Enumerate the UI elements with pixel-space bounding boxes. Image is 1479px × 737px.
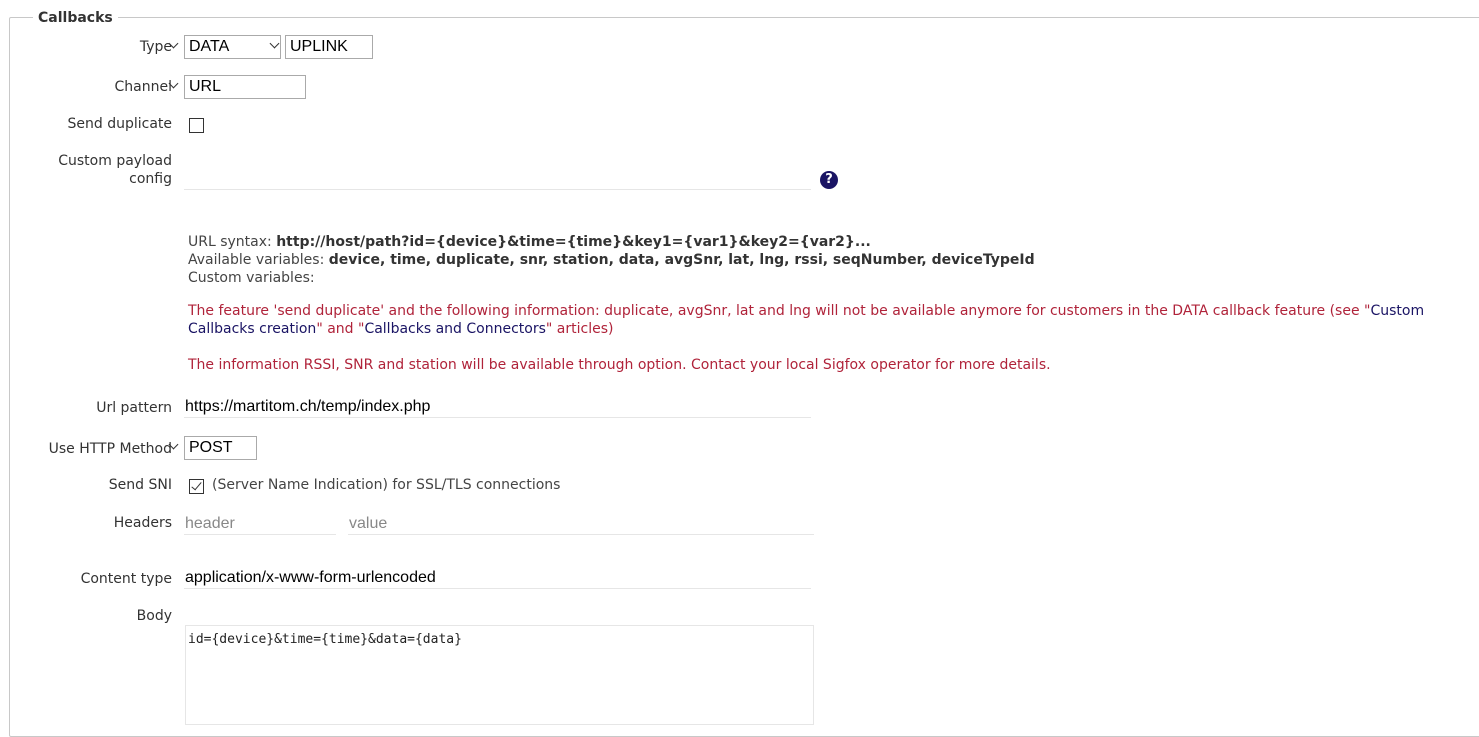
send-sni-description: (Server Name Indication) for SSL/TLS con… [212, 477, 561, 493]
url-syntax-value: http://host/path?id={device}&time={time}… [276, 234, 871, 250]
warning-send-duplicate: The feature 'send duplicate' and the fol… [188, 302, 1473, 338]
url-syntax-line: URL syntax: http://host/path?id={device}… [188, 233, 871, 251]
warning-text: " and " [316, 321, 365, 337]
http-method-select[interactable]: POST [184, 436, 257, 460]
direction-select[interactable]: UPLINK [285, 35, 373, 59]
send-duplicate-checkbox[interactable] [189, 118, 204, 133]
header-name-input[interactable] [184, 513, 336, 535]
available-variables-value: device, time, duplicate, snr, station, d… [328, 252, 1035, 268]
warning-text: The feature 'send duplicate' and the fol… [188, 303, 1371, 319]
custom-payload-label-line1: Custom payload [58, 153, 172, 169]
http-method-label: Use HTTP Method [48, 441, 172, 457]
channel-label: Channel [114, 79, 172, 95]
type-select[interactable]: DATA [184, 35, 281, 59]
content-type-input[interactable] [184, 567, 811, 589]
available-variables-label: Available variables: [188, 252, 325, 268]
available-variables-line: Available variables: device, time, dupli… [188, 251, 1035, 269]
custom-variables-label: Custom variables: [188, 270, 315, 286]
url-syntax-label: URL syntax: [188, 234, 272, 250]
section-title: Callbacks [33, 10, 118, 26]
send-sni-label: Send SNI [108, 477, 172, 493]
custom-payload-label-line2: config [129, 171, 172, 187]
send-duplicate-label: Send duplicate [67, 116, 172, 132]
header-value-input[interactable] [348, 513, 814, 535]
question-circle-icon[interactable]: ? [820, 171, 838, 189]
warning-text: " articles) [545, 321, 614, 337]
send-sni-checkbox[interactable] [189, 479, 204, 494]
url-pattern-input[interactable] [184, 396, 811, 418]
url-pattern-label: Url pattern [96, 400, 172, 416]
custom-payload-input[interactable] [184, 168, 811, 190]
body-label: Body [136, 608, 172, 624]
type-label: Type [139, 39, 172, 55]
link-callbacks-connectors[interactable]: Callbacks and Connectors [364, 321, 545, 337]
warning-rssi-snr: The information RSSI, SNR and station wi… [188, 357, 1051, 373]
channel-select[interactable]: URL [184, 75, 306, 99]
headers-label: Headers [113, 515, 172, 531]
content-type-label: Content type [80, 571, 172, 587]
body-textarea[interactable]: id={device}&time={time}&data={data} [185, 625, 814, 725]
